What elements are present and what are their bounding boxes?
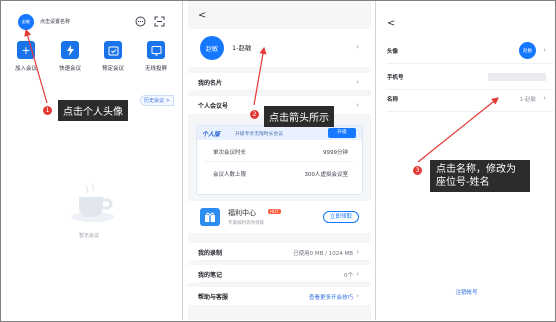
step-callout: 点击名称，修改为座位号-姓名 <box>430 160 530 192</box>
step-marker: 3 <box>412 165 423 176</box>
home-screen: 赵敏 点击设置名称 + 加入会议 快速会议 预定会议 无线投屏 历史会议 > 暂… <box>2 1 177 320</box>
plan-row-label: 会议人数上限 <box>213 172 247 178</box>
delete-account-link[interactable]: 注销帐号 <box>379 288 554 296</box>
row-label: 个人会议号 <box>198 103 229 110</box>
row-label: 我的名片 <box>198 80 223 87</box>
step-marker: 1 <box>42 105 53 116</box>
back-icon[interactable]: < <box>387 18 395 29</box>
plan-title: 个人版 <box>202 131 221 138</box>
claim-now-button[interactable]: 立即领取 <box>323 211 359 223</box>
chevron-right-icon: › <box>356 101 359 109</box>
row-label: 我的录制 <box>198 250 223 257</box>
user-name: 1-赵敏 <box>232 44 252 52</box>
row-divider <box>198 260 371 261</box>
chevron-right-icon: › <box>356 78 359 86</box>
set-name-prompt[interactable]: 点击设置名称 <box>40 18 70 25</box>
plan-header: 个人版 升级专享无限时长会议 升级 <box>197 126 362 140</box>
chevron-right-icon: › <box>543 46 546 54</box>
avatar-row[interactable]: 头像 赵敏 › <box>379 38 554 64</box>
profile-card[interactable]: 赵敏 1-赵敏 › <box>188 29 371 67</box>
row-value: 0个 <box>344 273 353 279</box>
empty-state-text: 暂无会议 <box>79 233 100 239</box>
step-callout: 点击个人头像 <box>58 100 128 121</box>
step-callout: 点击箭头所示 <box>264 106 334 127</box>
plan-card: 个人版 升级专享无限时长会议 升级 单次会议时长 9999分钟 会议人数上限 3… <box>196 125 363 195</box>
scan-icon[interactable] <box>154 16 165 27</box>
chevron-right-icon: › <box>356 270 359 278</box>
chevron-right-icon: › <box>356 292 359 300</box>
back-icon[interactable]: < <box>198 10 206 21</box>
chevron-right-icon: › <box>356 248 359 256</box>
lightning-icon <box>61 41 79 59</box>
row-label: 名称 <box>387 97 399 103</box>
plan-row-label: 单次会议时长 <box>213 150 247 156</box>
upgrade-button[interactable]: 升级 <box>328 128 356 138</box>
meeting-tips-link[interactable]: 查看更多开会技巧 <box>309 293 353 301</box>
row-label: 头像 <box>387 49 399 55</box>
quick-meeting-button[interactable]: 快速会议 <box>54 41 86 72</box>
row-label: 手机号 <box>387 75 404 81</box>
quick-action-label: 预定会议 <box>101 66 124 72</box>
welfare-subtitle: 专属福利等你领取 <box>228 221 264 226</box>
quick-action-label: 无线投屏 <box>144 66 167 72</box>
name-value: 1-赵敏 <box>519 97 536 103</box>
row-label: 我的笔记 <box>198 272 223 279</box>
hot-badge: HOT <box>268 209 281 214</box>
profile-detail-screen: < 头像 赵敏 › 手机号 名称 1-赵敏 › 3 点击名称，修改为座位号-姓名… <box>379 1 554 320</box>
welfare-title: 福利中心 <box>228 209 256 217</box>
welfare-center: 福利中心 HOT 专属福利等你领取 立即领取 <box>188 201 371 233</box>
my-card-row[interactable]: 我的名片 › <box>188 73 371 91</box>
join-meeting-button[interactable]: + 加入会议 <box>10 41 42 72</box>
cast-icon <box>147 41 165 59</box>
plus-icon: + <box>17 41 35 59</box>
row-divider <box>198 90 371 91</box>
plan-row: 单次会议时长 9999分钟 <box>197 142 362 162</box>
panel-divider <box>182 1 183 320</box>
schedule-meeting-button[interactable]: 预定会议 <box>97 41 129 72</box>
plan-row-value: 9999分钟 <box>323 150 348 156</box>
history-meetings-link[interactable]: 历史会议 > <box>140 95 174 106</box>
chat-icon[interactable] <box>135 16 146 27</box>
step-marker: 2 <box>249 109 260 120</box>
profile-screen: < 赵敏 1-赵敏 › 我的名片 › 个人会议号 › 个人版 升级专享无限时长会… <box>188 1 371 320</box>
my-notes-row[interactable]: 我的笔记 0个 › <box>188 265 371 283</box>
user-avatar[interactable]: 赵敏 <box>200 36 224 60</box>
row-divider <box>205 161 354 162</box>
help-support-row[interactable]: 帮助与客服 查看更多开会技巧 › <box>188 287 371 305</box>
name-row[interactable]: 名称 1-赵敏 › <box>379 86 554 112</box>
panel-divider <box>375 1 376 320</box>
plan-row: 会议人数上限 300人虚拟会议室 <box>197 164 362 184</box>
chevron-right-icon[interactable]: › <box>356 43 359 51</box>
chevron-right-icon: › <box>543 94 546 102</box>
row-divider <box>387 111 554 112</box>
user-avatar: 赵敏 <box>519 42 536 59</box>
row-divider <box>198 282 371 283</box>
calendar-check-icon <box>104 41 122 59</box>
row-value: 已使用0 MB / 1024 MB <box>293 251 353 257</box>
plan-description: 升级专享无限时长会议 <box>235 132 283 137</box>
empty-cup-illustration <box>69 181 117 223</box>
quick-action-label: 快速会议 <box>58 66 81 72</box>
my-recordings-row[interactable]: 我的录制 已使用0 MB / 1024 MB › <box>188 243 371 261</box>
screen-cast-button[interactable]: 无线投屏 <box>140 41 172 72</box>
row-label: 帮助与客服 <box>198 294 229 301</box>
plan-row-value: 300人虚拟会议室 <box>304 172 349 178</box>
gift-icon <box>200 208 220 226</box>
user-avatar[interactable]: 赵敏 <box>18 14 34 30</box>
masked-phone-number <box>488 73 546 81</box>
quick-action-label: 加入会议 <box>14 66 37 72</box>
